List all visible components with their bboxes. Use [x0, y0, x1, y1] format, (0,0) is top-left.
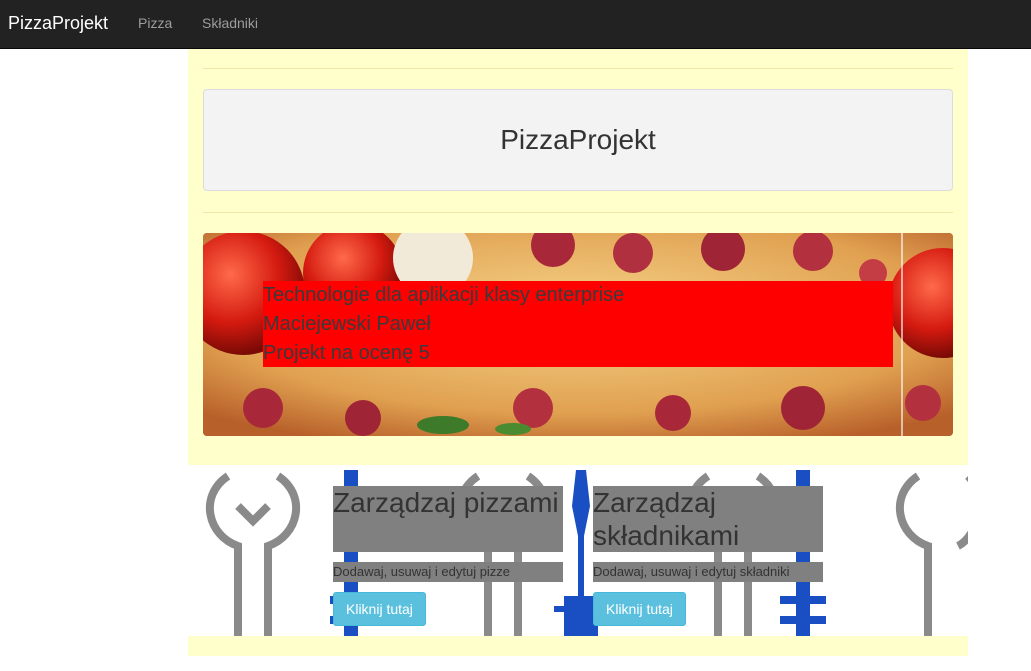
wrench-icon	[896, 472, 968, 636]
card-title: Zarządzaj pizzami	[333, 486, 563, 552]
jumbotron: PizzaProjekt	[203, 89, 953, 191]
divider	[203, 212, 953, 213]
nav-link-skladniki[interactable]: Składniki	[202, 14, 258, 32]
pizza-banner: Technologie dla aplikacji klasy enterpri…	[203, 233, 953, 436]
banner-caption: Technologie dla aplikacji klasy enterpri…	[263, 281, 893, 367]
card-description: Dodawaj, usuwaj i edytuj pizze	[333, 562, 563, 582]
divider	[203, 68, 953, 69]
navbar: PizzaProjekt Pizza Składniki	[0, 0, 1031, 49]
nav-link-pizza[interactable]: Pizza	[138, 14, 172, 32]
management-section: Zarządzaj pizzami Dodawaj, usuwaj i edyt…	[188, 466, 968, 636]
main-container: PizzaProjekt Technologie dla aplikacji k…	[188, 49, 968, 465]
card-description: Dodawaj, usuwaj i edytuj składniki	[593, 562, 823, 582]
caption-grade: Projekt na ocenę 5	[263, 342, 430, 364]
caption-course: Technologie dla aplikacji klasy enterpri…	[263, 284, 625, 306]
manage-ingredients-button[interactable]: Kliknij tutaj	[593, 592, 686, 626]
brand-link[interactable]: PizzaProjekt	[8, 11, 108, 35]
page-title: PizzaProjekt	[500, 124, 656, 155]
wrench-icon	[206, 472, 300, 636]
caption-author: Maciejewski Paweł	[263, 313, 431, 335]
card-ingredients: Zarządzaj składnikami Dodawaj, usuwaj i …	[593, 486, 823, 626]
tools-background	[206, 470, 968, 636]
card-title: Zarządzaj składnikami	[593, 486, 823, 552]
card-pizzas: Zarządzaj pizzami Dodawaj, usuwaj i edyt…	[333, 486, 563, 626]
footer-strip	[188, 636, 968, 656]
manage-pizzas-button[interactable]: Kliknij tutaj	[333, 592, 426, 626]
